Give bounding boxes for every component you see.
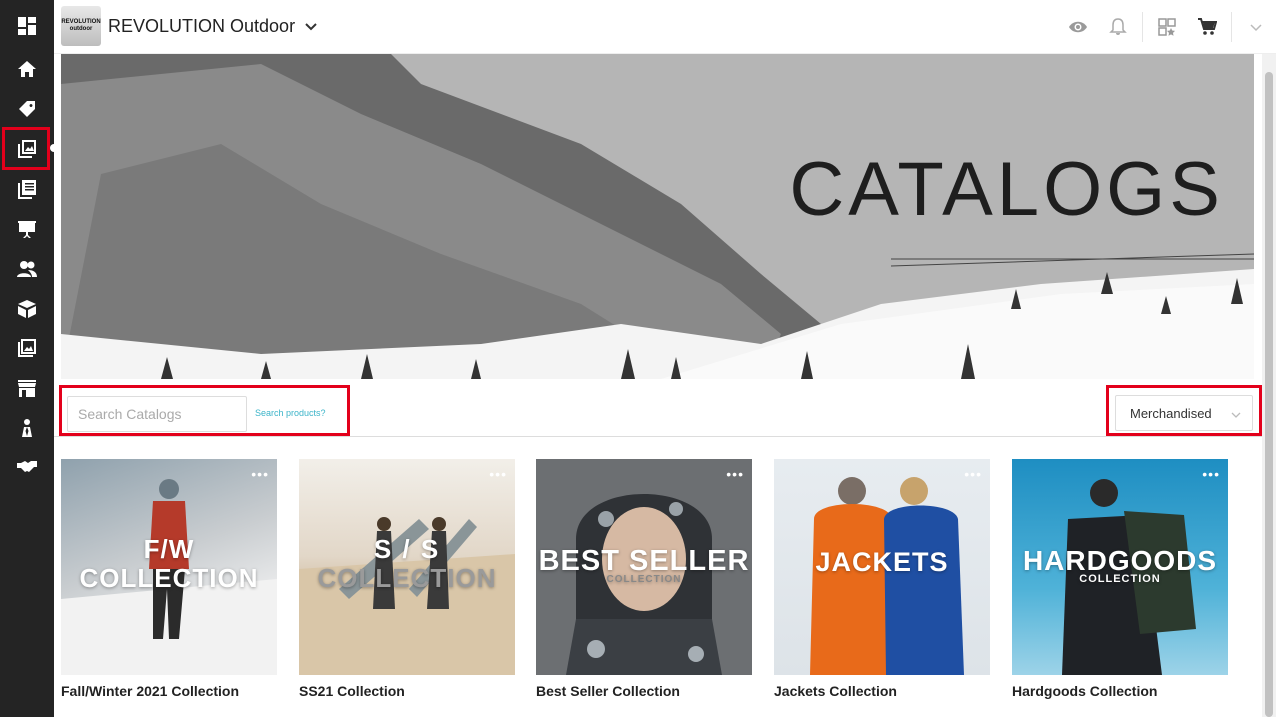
account-menu-button[interactable] (1236, 0, 1276, 54)
sidebar-item-linesheets[interactable] (0, 169, 54, 209)
catalog-title[interactable]: Fall/Winter 2021 Collection (61, 683, 277, 699)
sidebar-item-partners[interactable] (0, 446, 54, 486)
catalog-title[interactable]: Hardgoods Collection (1012, 683, 1228, 699)
catalog-title[interactable]: SS21 Collection (299, 683, 515, 699)
catalog-card[interactable]: ••• JACKETS Jackets Collection (774, 459, 990, 699)
search-products-link[interactable]: Search products? (255, 408, 326, 418)
images-icon (18, 339, 36, 357)
cart-icon (1198, 18, 1217, 35)
box-icon (18, 300, 36, 318)
more-options-button[interactable]: ••• (1202, 467, 1220, 481)
storefront-icon (18, 380, 36, 397)
catalog-thumbnail[interactable]: ••• F/W COLLECTION (61, 459, 277, 675)
filter-bar: Search products? Merchandised (54, 382, 1262, 437)
scrollbar[interactable] (1262, 54, 1276, 717)
catalog-thumbnail[interactable]: ••• JACKETS (774, 459, 990, 675)
customers-icon (17, 261, 37, 277)
catalog-overlay-line1: JACKETS (815, 547, 949, 577)
home-icon (18, 61, 36, 77)
sidebar-item-tags[interactable] (0, 89, 54, 129)
sidebar-item-products[interactable] (0, 289, 54, 329)
sidebar-item-images[interactable] (0, 328, 54, 368)
notifications-button[interactable] (1098, 0, 1138, 54)
catalog-overlay-line2: COLLECTION (606, 574, 682, 585)
dashboard-icon (18, 17, 36, 35)
eye-icon (1069, 21, 1087, 33)
topbar: REVOLUTION outdoor REVOLUTION Outdoor (54, 0, 1276, 54)
sidebar-item-dashboard[interactable] (0, 6, 54, 46)
sidebar-item-storefront[interactable] (0, 368, 54, 408)
search-highlight: Search products? (59, 385, 350, 436)
cart-button[interactable] (1187, 0, 1227, 54)
logo-text-line2: outdoor (69, 26, 93, 32)
chevron-down-icon (1231, 412, 1241, 418)
catalog-card[interactable]: ••• F/W COLLECTION Fall/Winter 2021 Coll… (61, 459, 277, 699)
tag-icon (19, 101, 35, 117)
catalog-overlay-line2: COLLECTION (1079, 573, 1161, 585)
qr-icon (1158, 18, 1176, 36)
hero-title: CATALOGS (789, 147, 1224, 232)
sort-value: Merchandised (1130, 405, 1212, 421)
logo-text-line1: REVOLUTION (61, 19, 101, 25)
catalog-overlay-line2: COLLECTION (317, 563, 497, 593)
sidebar-item-sales-reps[interactable] (0, 408, 54, 448)
sidebar-item-customers[interactable] (0, 249, 54, 289)
sidebar-item-presentations[interactable] (0, 209, 54, 249)
salesman-icon (22, 419, 32, 437)
catalog-card[interactable]: ••• HARDGOODS COLLECTION Hardgoods Colle… (1012, 459, 1228, 699)
sidebar (0, 0, 58, 717)
presentation-icon (18, 221, 36, 238)
catalog-title[interactable]: Jackets Collection (774, 683, 990, 699)
catalog-thumbnail[interactable]: ••• BEST SELLER COLLECTION (536, 459, 752, 675)
brand-logo[interactable]: REVOLUTION outdoor (61, 6, 101, 46)
more-options-button[interactable]: ••• (489, 467, 507, 481)
catalog-card[interactable]: ••• BEST SELLER COLLECTION Best Seller C… (536, 459, 752, 699)
catalog-overlay-line2: COLLECTION (79, 563, 259, 593)
more-options-button[interactable]: ••• (964, 467, 982, 481)
catalog-title[interactable]: Best Seller Collection (536, 683, 752, 699)
catalog-overlay-line1: S / S (373, 534, 441, 564)
chevron-down-icon (305, 22, 317, 30)
catalog-thumbnail[interactable]: ••• S / S COLLECTION (299, 459, 515, 675)
catalog-card[interactable]: ••• S / S COLLECTION SS21 Collection (299, 459, 515, 699)
active-indicator (50, 144, 58, 152)
more-options-button[interactable]: ••• (251, 467, 269, 481)
active-item-highlight (2, 127, 50, 170)
qr-scanner-button[interactable] (1147, 0, 1187, 54)
search-input[interactable] (67, 396, 247, 432)
catalog-overlay-line1: F/W (143, 534, 195, 564)
handshake-icon (17, 461, 37, 472)
bell-icon (1109, 18, 1127, 35)
divider (1142, 12, 1143, 42)
divider (1231, 12, 1232, 42)
sort-highlight: Merchandised (1106, 385, 1262, 436)
brand-name: REVOLUTION Outdoor (108, 16, 296, 36)
sidebar-item-home[interactable] (0, 49, 54, 89)
preview-button[interactable] (1058, 0, 1098, 54)
brand-switcher[interactable]: REVOLUTION Outdoor (108, 16, 317, 37)
scrollbar-thumb[interactable] (1265, 72, 1273, 717)
more-options-button[interactable]: ••• (726, 467, 744, 481)
catalog-thumbnail[interactable]: ••• HARDGOODS COLLECTION (1012, 459, 1228, 675)
sort-dropdown[interactable]: Merchandised (1115, 395, 1253, 431)
linesheets-icon (18, 180, 36, 199)
hero-banner: CATALOGS (61, 54, 1254, 379)
chevron-down-icon (1250, 24, 1262, 32)
